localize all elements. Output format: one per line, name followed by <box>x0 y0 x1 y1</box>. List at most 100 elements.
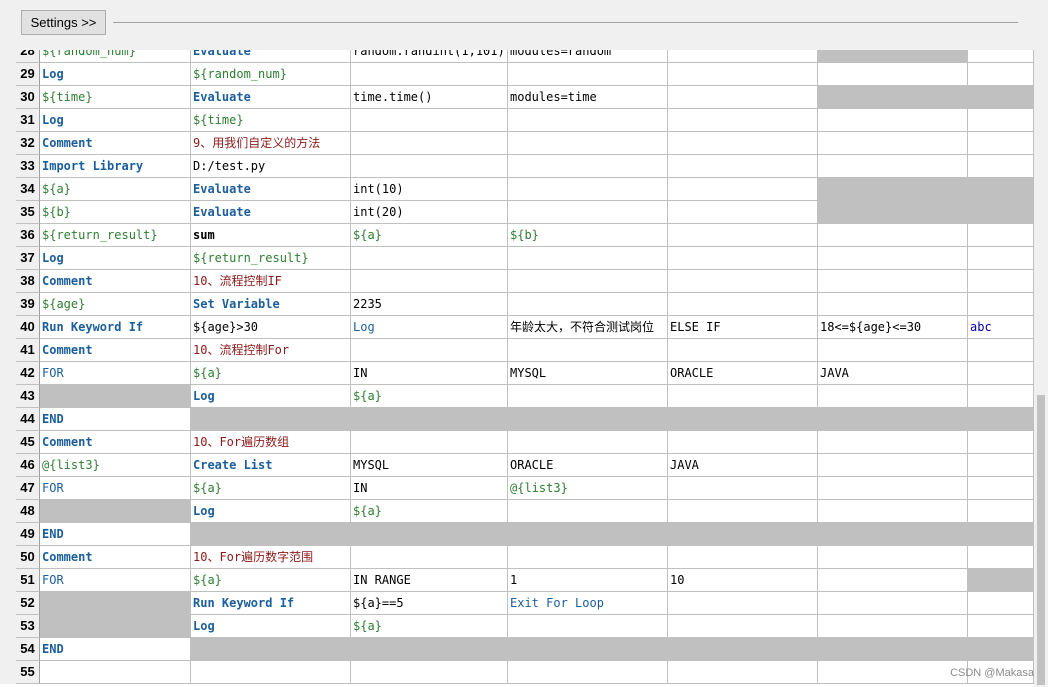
grid-cell[interactable]: time.time() <box>351 86 508 109</box>
grid-cell[interactable]: Log <box>191 615 351 638</box>
grid-cell[interactable]: ${b} <box>40 201 191 224</box>
grid-cell[interactable] <box>818 546 968 569</box>
grid-cell[interactable] <box>508 615 668 638</box>
grid-cell[interactable]: ${random_num} <box>40 50 191 63</box>
grid-cell[interactable]: ELSE IF <box>668 316 818 339</box>
grid-cell[interactable] <box>968 293 1034 316</box>
grid-cell[interactable] <box>668 615 818 638</box>
row-number[interactable]: 30 <box>16 86 40 109</box>
grid-cell[interactable] <box>668 86 818 109</box>
grid-cell[interactable]: Comment <box>40 132 191 155</box>
grid-cell[interactable] <box>191 408 351 431</box>
row-number[interactable]: 35 <box>16 201 40 224</box>
grid-cell[interactable] <box>968 362 1034 385</box>
row-number[interactable]: 42 <box>16 362 40 385</box>
grid-cell[interactable] <box>668 408 818 431</box>
grid-cell[interactable] <box>351 523 508 546</box>
grid-cell[interactable] <box>968 431 1034 454</box>
grid-cell[interactable] <box>668 477 818 500</box>
grid-cell[interactable] <box>668 178 818 201</box>
row-number[interactable]: 34 <box>16 178 40 201</box>
grid-cell[interactable] <box>351 109 508 132</box>
grid-cell[interactable] <box>968 638 1034 661</box>
grid-cell[interactable]: Evaluate <box>191 201 351 224</box>
grid-cell[interactable] <box>668 638 818 661</box>
row-number[interactable]: 54 <box>16 638 40 661</box>
row-number[interactable]: 31 <box>16 109 40 132</box>
grid-cell[interactable]: @{list3} <box>508 477 668 500</box>
grid-cell[interactable] <box>668 500 818 523</box>
grid-cell[interactable] <box>818 247 968 270</box>
row-number[interactable]: 53 <box>16 615 40 638</box>
grid-cell[interactable] <box>351 408 508 431</box>
grid-cell[interactable]: ${b} <box>508 224 668 247</box>
grid-cell[interactable] <box>818 339 968 362</box>
grid-cell[interactable] <box>668 661 818 684</box>
grid-cell[interactable]: ${a} <box>351 500 508 523</box>
grid-cell[interactable] <box>508 408 668 431</box>
grid-cell[interactable] <box>968 63 1034 86</box>
grid-cell[interactable] <box>40 615 191 638</box>
row-number[interactable]: 33 <box>16 155 40 178</box>
grid-cell[interactable] <box>968 178 1034 201</box>
grid-cell[interactable] <box>40 661 191 684</box>
grid-cell[interactable] <box>968 408 1034 431</box>
grid-cell[interactable]: Import Library <box>40 155 191 178</box>
row-number[interactable]: 40 <box>16 316 40 339</box>
grid-cell[interactable]: modules=random <box>508 50 668 63</box>
grid-cell[interactable]: Evaluate <box>191 50 351 63</box>
grid-cell[interactable]: ${random_num} <box>191 63 351 86</box>
grid-cell[interactable]: ${age}>30 <box>191 316 351 339</box>
grid-cell[interactable] <box>968 339 1034 362</box>
grid-cell[interactable]: int(20) <box>351 201 508 224</box>
row-number[interactable]: 38 <box>16 270 40 293</box>
grid-cell[interactable]: Log <box>191 385 351 408</box>
grid-cell[interactable] <box>818 638 968 661</box>
grid-cell[interactable] <box>191 638 351 661</box>
grid-cell[interactable] <box>818 293 968 316</box>
grid-cell[interactable]: ${age} <box>40 293 191 316</box>
grid-cell[interactable]: ${a} <box>351 385 508 408</box>
grid-cell[interactable] <box>968 201 1034 224</box>
grid-cell[interactable] <box>508 293 668 316</box>
grid-cell[interactable] <box>968 385 1034 408</box>
grid-cell[interactable]: Log <box>40 63 191 86</box>
row-number[interactable]: 32 <box>16 132 40 155</box>
grid-cell[interactable]: Comment <box>40 546 191 569</box>
grid-cell[interactable]: random.randint(1,101) <box>351 50 508 63</box>
grid-cell[interactable]: Run Keyword If <box>191 592 351 615</box>
grid-cell[interactable] <box>40 500 191 523</box>
grid-cell[interactable]: ORACLE <box>668 362 818 385</box>
grid-cell[interactable]: @{list3} <box>40 454 191 477</box>
grid-cell[interactable] <box>508 638 668 661</box>
grid-cell[interactable]: MYSQL <box>351 454 508 477</box>
grid-cell[interactable] <box>968 132 1034 155</box>
row-number[interactable]: 44 <box>16 408 40 431</box>
grid-cell[interactable] <box>40 592 191 615</box>
grid-cell[interactable] <box>508 247 668 270</box>
grid-cell[interactable] <box>818 109 968 132</box>
grid-cell[interactable] <box>668 385 818 408</box>
grid-cell[interactable] <box>968 477 1034 500</box>
grid-cell[interactable] <box>668 592 818 615</box>
grid-cell[interactable]: ${a} <box>191 362 351 385</box>
grid-cell[interactable] <box>508 63 668 86</box>
grid-cell[interactable]: END <box>40 638 191 661</box>
grid-cell[interactable] <box>818 569 968 592</box>
grid-cell[interactable] <box>818 201 968 224</box>
grid-cell[interactable] <box>508 109 668 132</box>
grid-cell[interactable]: 10、流程控制For <box>191 339 351 362</box>
grid-cell[interactable] <box>668 546 818 569</box>
grid-cell[interactable]: MYSQL <box>508 362 668 385</box>
grid-cell[interactable] <box>968 500 1034 523</box>
row-number[interactable]: 46 <box>16 454 40 477</box>
grid-cell[interactable] <box>508 155 668 178</box>
scrollbar-thumb[interactable] <box>1037 395 1045 685</box>
grid-cell[interactable]: ${a} <box>191 569 351 592</box>
grid-cell[interactable]: 2235 <box>351 293 508 316</box>
grid-cell[interactable]: ORACLE <box>508 454 668 477</box>
grid-cell[interactable] <box>968 155 1034 178</box>
grid-cell[interactable] <box>351 247 508 270</box>
grid-cell[interactable] <box>508 339 668 362</box>
grid-cell[interactable] <box>351 638 508 661</box>
